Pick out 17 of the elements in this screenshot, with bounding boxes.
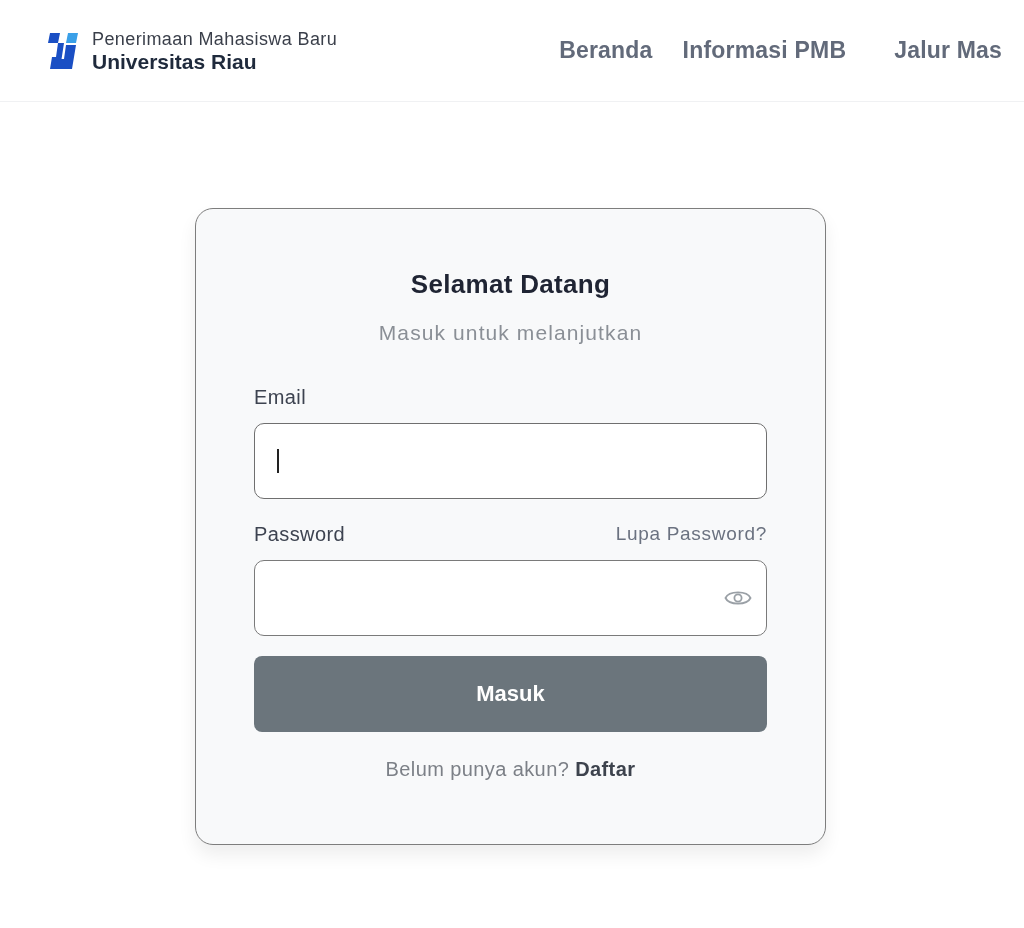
field-label: Email [254,385,306,409]
brand-subtitle: Penerimaan Mahasiswa Baru [92,28,338,50]
login-button[interactable]: Masuk [254,656,767,732]
card-subtitle: Masuk untuk melanjutkan [378,320,643,346]
nav-link[interactable]: Informasi PMB [682,37,847,64]
field-label: Password [254,522,345,546]
brand-title: Universitas Riau [92,49,258,73]
nav-link[interactable]: Jalur Mas [894,37,1003,64]
forgot-password-link[interactable]: Lupa Password? [615,522,767,546]
signup-prompt: Belum punya akun? [385,757,570,781]
card-title: Selamat Datang [410,269,611,299]
email-field[interactable] [254,423,767,499]
university-logo-icon [46,30,80,71]
text-cursor [277,449,279,473]
nav-link[interactable]: Beranda [559,37,653,64]
password-field[interactable] [254,560,767,636]
signup-link[interactable]: Daftar [575,757,636,781]
